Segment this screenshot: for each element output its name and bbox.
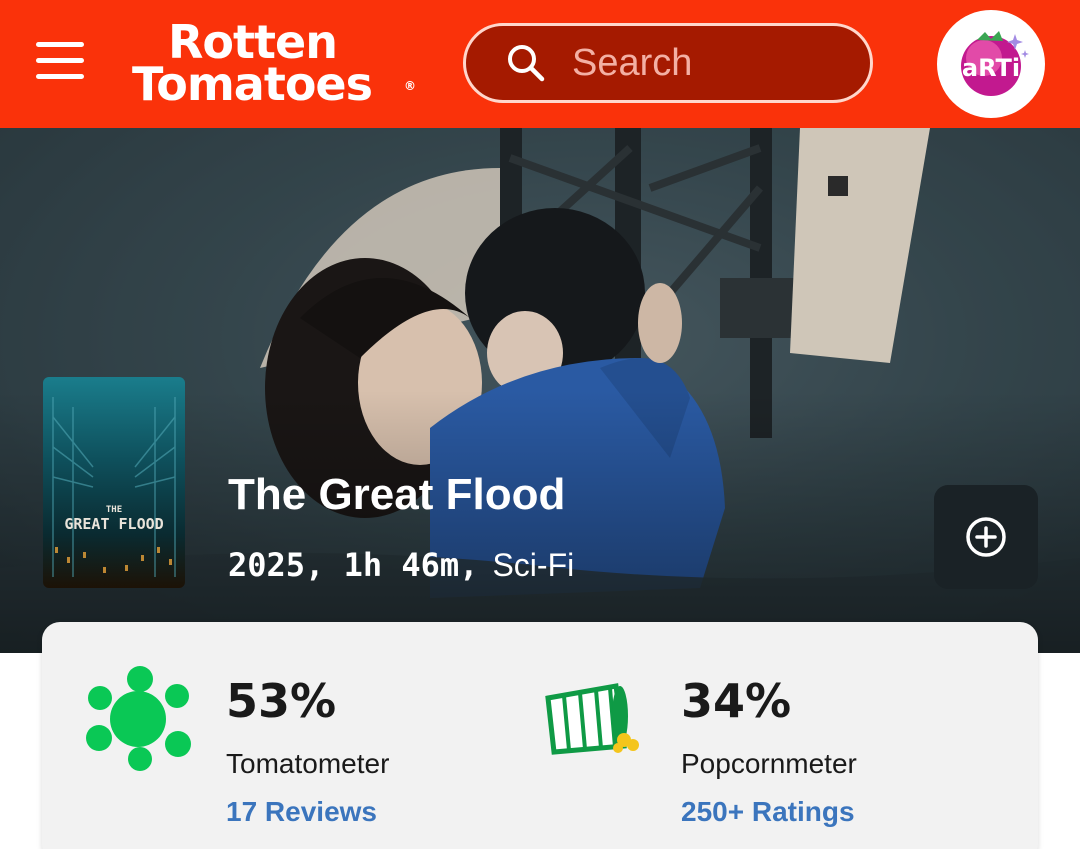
avatar-text: aRTi (962, 54, 1020, 82)
plus-circle-icon (966, 517, 1006, 557)
movie-year-runtime: 2025, 1h 46m, (228, 546, 479, 584)
arti-logo-icon: aRTi (961, 31, 1029, 96)
movie-title: The Great Flood (228, 470, 566, 519)
menu-bar (36, 74, 84, 79)
popcornmeter-ratings-link[interactable]: 250+ Ratings (681, 796, 855, 828)
rotten-splat-icon (86, 666, 191, 771)
poster-artwork (52, 397, 176, 577)
top-header: Rotten Tomatoes ® aRTi (0, 0, 1080, 128)
logo-line-2: Tomatoes (132, 57, 373, 111)
movie-poster[interactable]: THE GREAT FLOOD (43, 377, 185, 588)
popcornmeter-label: Popcornmeter (681, 748, 857, 779)
poster-title-small: THE (105, 505, 123, 515)
arti-avatar-button[interactable]: aRTi (937, 10, 1045, 118)
menu-bar (36, 42, 84, 47)
movie-genre: Sci-Fi (492, 547, 575, 583)
logo-line-1: Rotten (168, 15, 338, 69)
search-input[interactable] (572, 41, 852, 85)
movie-meta: 2025, 1h 46m, Sci-Fi (228, 546, 574, 584)
logo-registered-mark: ® (404, 79, 416, 93)
score-card: 53% Tomatometer 17 Reviews 34% Popcornme… (42, 622, 1038, 849)
poster-title-main: GREAT FLOOD (64, 515, 164, 533)
tomatometer-label: Tomatometer (226, 748, 390, 779)
hamburger-menu-button[interactable] (36, 42, 84, 82)
search-icon (508, 45, 545, 82)
popcornmeter-percent: 34% (681, 674, 792, 728)
tomatometer-percent: 53% (226, 674, 337, 728)
rotten-tomatoes-logo[interactable]: Rotten Tomatoes ® (132, 15, 422, 111)
menu-bar (36, 58, 84, 63)
poster-title: THE GREAT FLOOD (43, 505, 185, 533)
add-to-watchlist-button[interactable] (934, 485, 1038, 589)
spilled-popcorn-icon (545, 683, 639, 755)
tomatometer-reviews-link[interactable]: 17 Reviews (226, 796, 377, 828)
search-bar[interactable] (463, 23, 873, 103)
